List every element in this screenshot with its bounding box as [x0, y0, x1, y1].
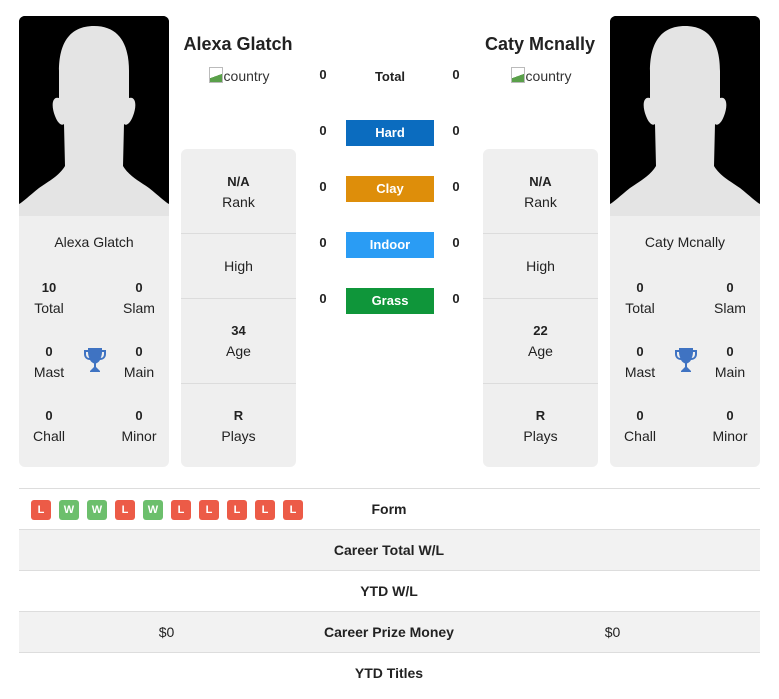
h2h-indoor-right: 0	[452, 235, 460, 250]
h2h-hard-left: 0	[319, 123, 327, 138]
player-1-photo	[19, 16, 169, 216]
surface-hard: Hard	[346, 120, 434, 146]
surface-indoor: Indoor	[346, 232, 434, 258]
player-2-info-card: N/A Rank High 22 Age R Plays	[483, 149, 598, 467]
broken-image-icon	[510, 67, 525, 83]
player-2-name[interactable]: Caty Mcnally	[460, 34, 620, 55]
player-1-info-card: N/A Rank High 34 Age R Plays	[181, 149, 296, 467]
player-2-minor-titles: 0 Minor	[712, 408, 748, 444]
table-row: Career Total W/L	[19, 529, 760, 570]
silhouette-icon	[19, 16, 169, 216]
form-badge-loss: L	[31, 500, 51, 520]
player-1-slam-titles: 0 Slam	[123, 280, 155, 316]
player-2-rank: N/A Rank	[483, 149, 598, 234]
trophy-icon	[84, 348, 106, 372]
form-badge-loss: L	[227, 500, 247, 520]
surface-clay: Clay	[346, 176, 434, 202]
form-badge-win: W	[59, 500, 79, 520]
h2h-clay-left: 0	[319, 179, 327, 194]
row-label: Career Prize Money	[324, 624, 454, 640]
player-1-country-flag: country	[179, 67, 299, 84]
player-2-card: Caty Mcnally 0 Total 0 Slam 0 Mast 0 Mai…	[610, 16, 760, 467]
broken-image-icon	[208, 67, 223, 83]
player-2-high: High	[483, 234, 598, 299]
table-row: YTD Titles	[19, 652, 760, 693]
h2h-total-left: 0	[319, 67, 327, 82]
h2h-total-label: Total	[374, 69, 406, 84]
player-2-main-titles: 0 Main	[714, 344, 746, 380]
player-1-minor-titles: 0 Minor	[121, 408, 157, 444]
player-1-card: Alexa Glatch 10 Total 0 Slam 0 Mast 0 Ma…	[19, 16, 169, 467]
player-2-total-titles: 0 Total	[625, 280, 655, 316]
form-badge-loss: L	[171, 500, 191, 520]
form-badge-loss: L	[199, 500, 219, 520]
player-1-plays: R Plays	[221, 408, 256, 444]
h2h-grass-right: 0	[452, 291, 460, 306]
form-badge-loss: L	[255, 500, 275, 520]
player-2-age: 22 Age	[483, 299, 598, 384]
player-1-mast-titles: 0 Mast	[33, 344, 65, 380]
row-left-value: $0	[158, 624, 175, 640]
player-2-photo	[610, 16, 760, 216]
h2h-clay-right: 0	[452, 179, 460, 194]
row-label: YTD W/L	[360, 583, 418, 599]
player-2-chall-titles: 0 Chall	[624, 408, 656, 444]
player-1-rank: N/A Rank	[181, 149, 296, 234]
row-label: YTD Titles	[354, 665, 424, 681]
form-row: LWWLWLLLLL Form	[19, 488, 760, 529]
trophy-icon	[675, 348, 697, 372]
player-2-card-name: Caty Mcnally	[644, 234, 726, 250]
h2h-indoor-left: 0	[319, 235, 327, 250]
player-1-chall-titles: 0 Chall	[33, 408, 65, 444]
player-2-country-flag: country	[481, 67, 601, 84]
player-1-high: High	[181, 234, 296, 299]
form-label: Form	[371, 501, 407, 517]
surface-grass: Grass	[346, 288, 434, 314]
form-badge-win: W	[143, 500, 163, 520]
player-2-slam-titles: 0 Slam	[714, 280, 746, 316]
player-2-mast-titles: 0 Mast	[624, 344, 656, 380]
row-label: Career Total W/L	[333, 542, 445, 558]
h2h-total-right: 0	[452, 67, 460, 82]
silhouette-icon	[610, 16, 760, 216]
player-1-main-titles: 0 Main	[123, 344, 155, 380]
form-badges: LWWLWLLLLL	[31, 500, 303, 520]
row-right-value: $0	[604, 624, 621, 640]
table-row: $0 Career Prize Money $0	[19, 611, 760, 652]
player-1-age: 34 Age	[181, 299, 296, 384]
h2h-hard-right: 0	[452, 123, 460, 138]
player-1-total-titles: 10 Total	[34, 280, 64, 316]
form-badge-win: W	[87, 500, 107, 520]
h2h-grass-left: 0	[319, 291, 327, 306]
form-badge-loss: L	[115, 500, 135, 520]
player-2-plays: R Plays	[523, 408, 558, 444]
table-row: YTD W/L	[19, 570, 760, 611]
player-1-card-name: Alexa Glatch	[54, 234, 134, 250]
player-1-name[interactable]: Alexa Glatch	[158, 34, 318, 55]
